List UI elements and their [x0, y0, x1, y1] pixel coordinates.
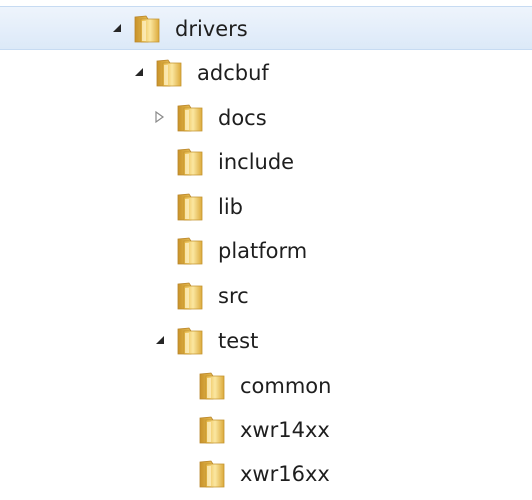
expanded-arrow-icon[interactable]	[153, 333, 167, 347]
tree-item-label: adcbuf	[197, 61, 269, 85]
tree-item-xwr14xx[interactable]: xwr14xx	[0, 408, 532, 452]
tree-item-src[interactable]: src	[0, 274, 532, 318]
tree-item-include[interactable]: include	[0, 140, 532, 184]
folder-icon	[132, 14, 162, 44]
folder-tree: drivers adcbuf docs include lib platform…	[0, 0, 532, 500]
folder-icon	[197, 459, 227, 489]
tree-item-label: xwr14xx	[240, 418, 330, 442]
tree-item-drivers[interactable]: drivers	[0, 6, 532, 50]
collapsed-arrow-icon[interactable]	[152, 110, 166, 124]
tree-item-xwr16xx[interactable]: xwr16xx	[0, 452, 532, 496]
folder-icon	[197, 371, 227, 401]
folder-icon	[175, 192, 205, 222]
folder-icon	[175, 281, 205, 311]
tree-item-label: common	[240, 374, 332, 398]
tree-item-label: src	[218, 284, 249, 308]
folder-icon	[175, 103, 205, 133]
tree-item-label: include	[218, 150, 295, 174]
tree-item-label: xwr16xx	[240, 462, 330, 486]
tree-item-label: drivers	[175, 17, 248, 41]
expanded-arrow-icon[interactable]	[132, 65, 146, 79]
expanded-arrow-icon[interactable]	[110, 21, 124, 35]
tree-item-docs[interactable]: docs	[0, 96, 532, 140]
folder-icon	[175, 326, 205, 356]
folder-icon	[197, 415, 227, 445]
tree-item-common[interactable]: common	[0, 364, 532, 408]
tree-item-test[interactable]: test	[0, 319, 532, 363]
folder-icon	[175, 147, 205, 177]
tree-item-label: test	[218, 329, 259, 353]
tree-item-label: docs	[218, 106, 267, 130]
tree-item-label: lib	[218, 195, 243, 219]
tree-item-adcbuf[interactable]: adcbuf	[0, 51, 532, 95]
tree-item-lib[interactable]: lib	[0, 185, 532, 229]
folder-icon	[175, 236, 205, 266]
folder-icon	[154, 58, 184, 88]
tree-item-platform[interactable]: platform	[0, 229, 532, 273]
tree-item-label: platform	[218, 239, 308, 263]
